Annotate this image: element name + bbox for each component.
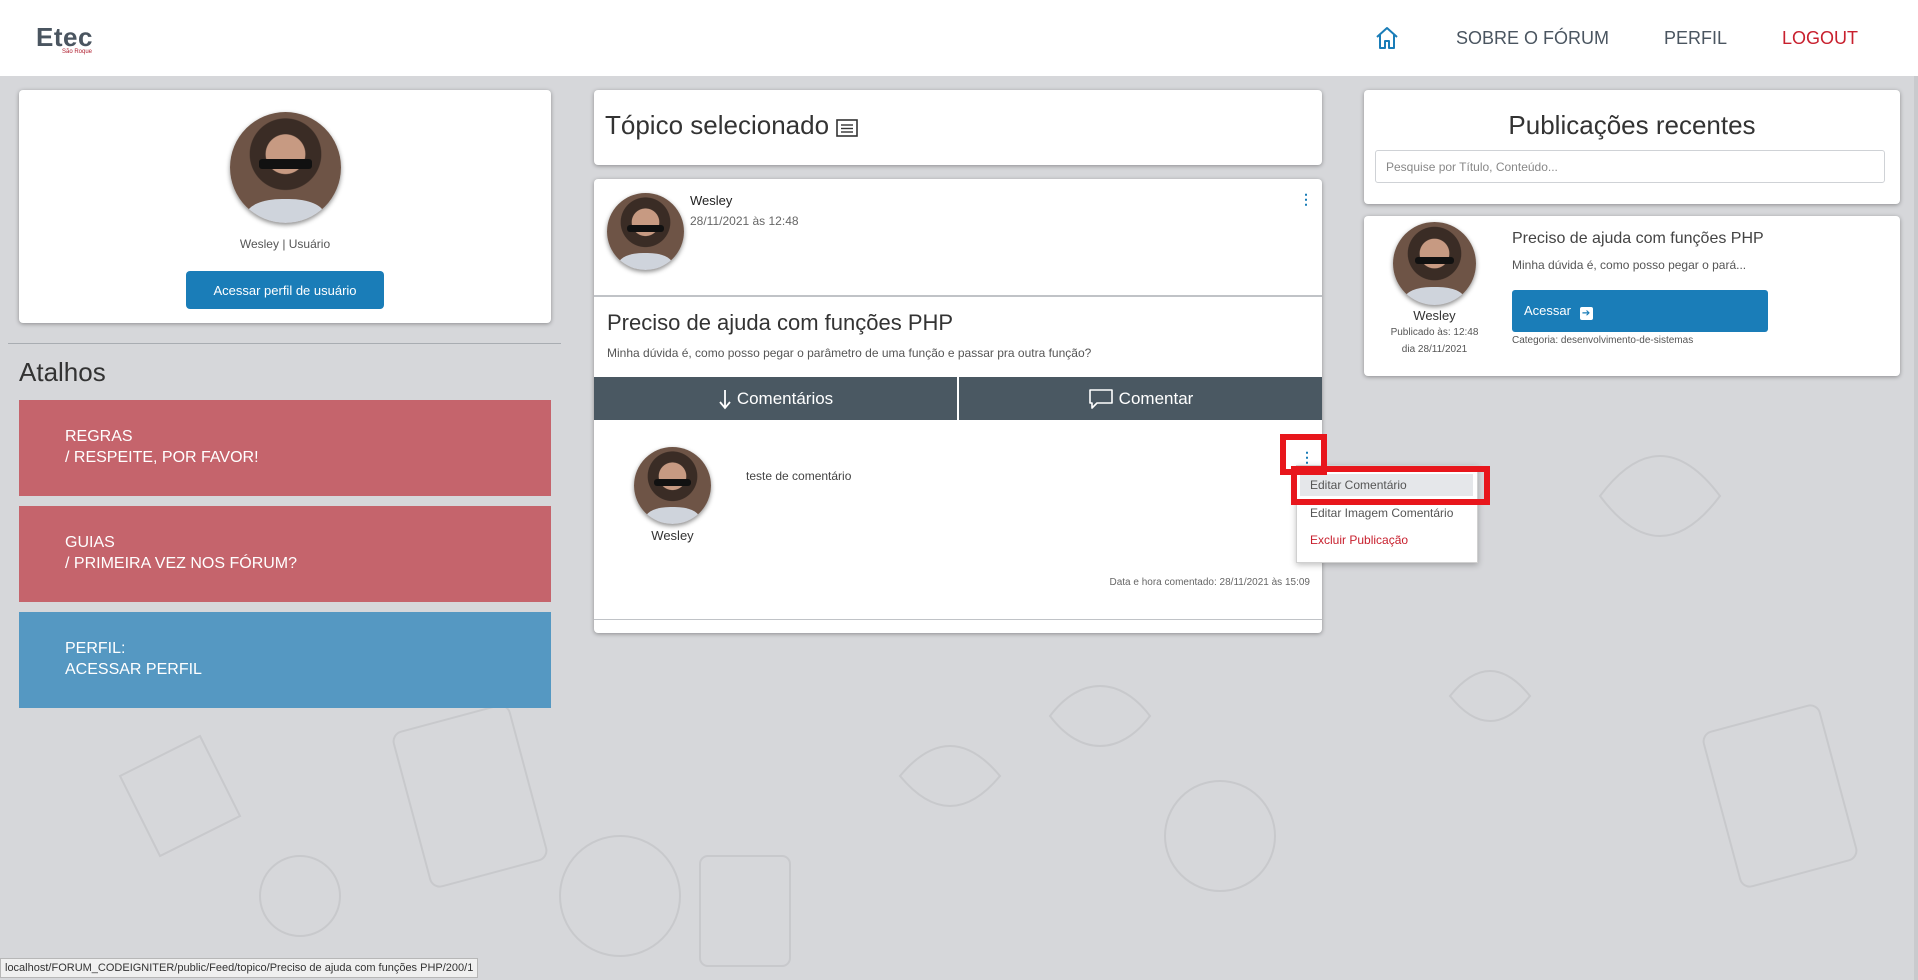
etec-logo[interactable]: Etec São Roque [36,22,93,55]
left-divider [8,343,561,344]
recent-item-excerpt: Minha dúvida é, como posso pegar o pará.… [1512,258,1747,272]
post-author-name: Wesley [690,193,733,208]
shortcut-rules-line1: REGRAS [65,428,133,445]
post-divider [594,295,1322,297]
recent-published-meta: Publicado às: 12:48 dia 28/11/2021 [1374,324,1495,358]
recent-published-day: dia 28/11/2021 [1401,344,1468,355]
shortcut-profile[interactable]: PERFIL: ACESSAR PERFIL [19,612,551,708]
shortcuts-title: Atalhos [19,357,106,387]
comment-text: teste de comentário [746,469,852,483]
recent-publications-card: Publicações recentes [1364,90,1900,204]
selected-topic-header: Tópico selecionado [594,90,1322,165]
recent-author-name: Wesley [1413,308,1456,323]
tab-comments[interactable]: Comentários [594,377,957,420]
shortcut-profile-line1: PERFIL: [65,640,126,657]
comment-author-avatar [634,447,711,524]
profile-avatar [230,112,341,223]
top-navbar: Etec São Roque SOBRE O FÓRUM PERFIL LOGO… [0,0,1918,76]
shortcut-guides[interactable]: GUIAS / PRIMEIRA VEZ NOS FÓRUM? [19,506,551,602]
recent-published-time: Publicado às: 12:48 [1390,327,1479,338]
comment-date: Data e hora comentado: 28/11/2021 às 15:… [1109,577,1310,588]
comment-more-options-icon[interactable]: ⋮ [1300,450,1314,464]
profile-card: Wesley | Usuário Acessar perfil de usuár… [19,90,551,323]
post-date: 28/11/2021 às 12:48 [690,214,799,228]
comment-author-name: Wesley [651,528,694,543]
recent-item-category: Categoria: desenvolvimento-de-sistemas [1512,335,1694,346]
menu-edit-comment[interactable]: Editar Comentário [1300,474,1473,496]
shortcut-guides-line1: GUIAS [65,534,115,551]
shortcut-rules[interactable]: REGRAS / RESPEITE, POR FAVOR! [19,400,551,496]
post-body: Minha dúvida é, como posso pegar o parâm… [607,346,1092,360]
nav-about-forum[interactable]: SOBRE O FÓRUM [1456,28,1609,49]
post-author-avatar [607,193,684,270]
logo-subtext: São Roque [62,49,93,55]
post-tabs: Comentários Comentar [594,377,1322,420]
recent-author-avatar [1393,222,1476,305]
menu-delete-post[interactable]: Excluir Publicação [1310,533,1408,547]
recent-publication-item: Wesley Publicado às: 12:48 dia 28/11/202… [1364,216,1900,376]
profile-name-role: Wesley | Usuário [239,237,331,251]
tab-comment[interactable]: Comentar [957,377,1322,420]
nav-logout[interactable]: LOGOUT [1782,28,1858,49]
menu-edit-comment-image[interactable]: Editar Imagem Comentário [1310,506,1453,520]
home-icon[interactable] [1373,24,1401,52]
recent-access-button[interactable]: Acessar ➔ [1512,290,1768,332]
selected-topic-title: Tópico selecionado [605,110,830,140]
comment-divider [594,619,1322,620]
nav-profile[interactable]: PERFIL [1664,28,1727,49]
recent-search-input[interactable] [1375,150,1885,183]
recent-access-label: Acessar [1524,302,1571,318]
tab-comments-label: Comentários [736,388,834,408]
post-more-options-icon[interactable]: ⋮ [1299,192,1313,206]
recent-item-title: Preciso de ajuda com funções PHP [1512,230,1764,247]
arrow-right-icon: ➔ [1579,306,1593,320]
browser-status-bar: localhost/FORUM_CODEIGNITER/public/Feed/… [0,958,479,978]
nav-menu: SOBRE O FÓRUM PERFIL LOGOUT [1373,24,1858,52]
access-profile-button[interactable]: Acessar perfil de usuário [186,271,384,309]
comment-icon [1088,388,1113,409]
shortcut-guides-line2: / PRIMEIRA VEZ NOS FÓRUM? [65,555,298,572]
post-title: Preciso de ajuda com funções PHP [607,310,954,335]
tab-comment-label: Comentar [1118,388,1194,408]
page-scrollbar[interactable] [1914,76,1918,980]
shortcut-profile-line2: ACESSAR PERFIL [65,661,202,678]
recent-publications-title: Publicações recentes [1508,110,1756,140]
arrow-down-icon [719,389,731,409]
document-icon [836,119,858,137]
shortcut-rules-line2: / RESPEITE, POR FAVOR! [65,449,259,466]
comment-options-dropdown: Editar Comentário Editar Imagem Comentár… [1296,465,1478,563]
topic-post-card: Wesley 28/11/2021 às 12:48 ⋮ Preciso de … [594,179,1322,633]
